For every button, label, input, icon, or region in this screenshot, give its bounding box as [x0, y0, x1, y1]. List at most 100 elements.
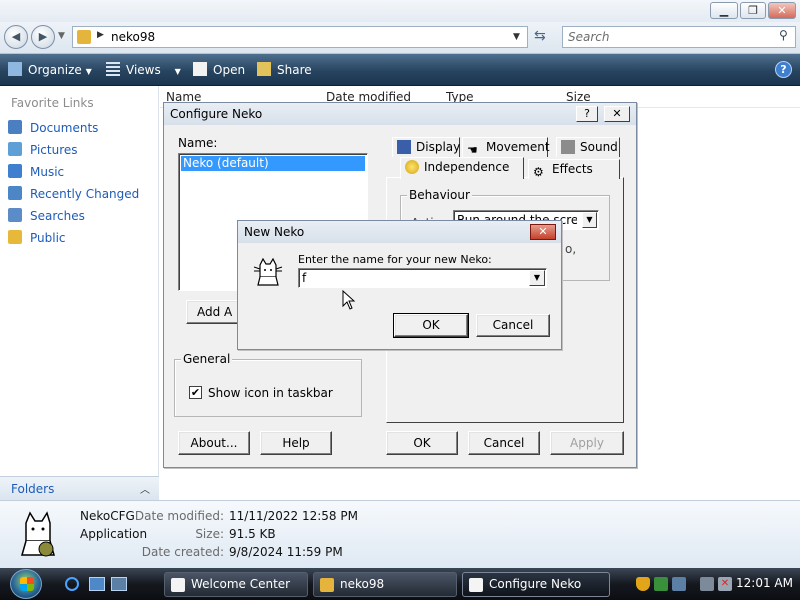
- breadcrumb-chevron-icon[interactable]: ▶: [97, 30, 104, 40]
- help-dialog-button[interactable]: Help: [260, 431, 332, 455]
- chevron-up-icon[interactable]: ︿: [140, 481, 150, 496]
- searches-icon: [8, 208, 22, 222]
- show-icon-label: Show icon in taskbar: [208, 386, 333, 400]
- views-button[interactable]: Views ▼: [106, 62, 181, 77]
- volume-muted-icon[interactable]: ✕: [718, 577, 732, 591]
- search-input[interactable]: Search ⚲: [562, 26, 796, 48]
- public-folder-icon: [8, 230, 22, 244]
- start-button[interactable]: [10, 569, 42, 599]
- open-document-icon: [193, 62, 207, 76]
- cancel-button[interactable]: Cancel: [468, 431, 540, 455]
- neko-cat-icon: [253, 257, 283, 286]
- favorite-link-recently-changed[interactable]: Recently Changed: [8, 186, 139, 206]
- music-icon: [8, 164, 22, 178]
- network-icon[interactable]: [654, 577, 668, 591]
- new-neko-prompt: Enter the name for your new Neko:: [298, 253, 492, 266]
- share-icon: [257, 62, 271, 76]
- neko-cat-icon: [21, 511, 55, 557]
- details-date-modified-label: Date modified:: [134, 509, 224, 523]
- tab-effects[interactable]: ⚙ Effects: [528, 159, 620, 179]
- new-neko-ok-button[interactable]: OK: [393, 313, 469, 338]
- maximize-button[interactable]: ❐: [740, 2, 766, 19]
- folders-toggle[interactable]: Folders ︿: [0, 476, 159, 500]
- navigation-pane: Favorite Links Documents Pictures Music …: [0, 86, 159, 500]
- show-icon-checkbox[interactable]: ✔: [189, 386, 202, 399]
- neko-cat-icon: [469, 578, 483, 592]
- security-shield-icon[interactable]: [636, 577, 650, 591]
- details-file-name: NekoCFG: [80, 509, 135, 523]
- details-date-created: 9/8/2024 11:59 PM: [229, 545, 343, 559]
- open-button[interactable]: Open: [193, 62, 245, 77]
- taskbar-item-neko98[interactable]: neko98: [313, 572, 457, 597]
- neko-list-item-selected[interactable]: Neko (default): [181, 156, 365, 171]
- effects-icon: ⚙: [533, 165, 544, 179]
- taskbar-item-welcome-center[interactable]: Welcome Center: [164, 572, 308, 597]
- close-button[interactable]: ✕: [768, 2, 796, 19]
- dialog-close-button[interactable]: ✕: [604, 106, 630, 122]
- taskbar: Welcome Center neko98 Configure Neko ✕ 1…: [0, 568, 800, 600]
- folder-icon: [77, 30, 91, 44]
- folder-icon: [320, 578, 334, 592]
- general-group: General ✔ Show icon in taskbar: [174, 352, 362, 417]
- new-neko-dialog: New Neko ✕ Enter the name for your new N…: [237, 220, 562, 350]
- name-label: Name:: [178, 136, 218, 150]
- favorite-link-searches[interactable]: Searches: [8, 208, 85, 228]
- context-help-button[interactable]: ?: [576, 106, 598, 122]
- favorite-link-pictures[interactable]: Pictures: [8, 142, 78, 162]
- command-bar: Organize ▼ Views ▼ Open Share ?: [0, 54, 800, 86]
- sound-icon: [561, 140, 575, 154]
- display-tray-icon[interactable]: [700, 577, 714, 591]
- new-neko-cancel-button[interactable]: Cancel: [476, 314, 550, 337]
- dialog-title: Configure Neko: [170, 107, 263, 121]
- minimize-button[interactable]: ▁: [710, 2, 738, 19]
- pictures-icon: [8, 142, 22, 156]
- internet-explorer-icon[interactable]: [65, 577, 79, 591]
- forward-button[interactable]: ▶: [31, 25, 55, 49]
- favorite-link-public[interactable]: Public: [8, 230, 66, 250]
- behaviour-option-text: o,: [565, 242, 577, 256]
- about-button[interactable]: About...: [178, 431, 250, 455]
- apply-button[interactable]: Apply: [550, 431, 624, 455]
- favorite-link-music[interactable]: Music: [8, 164, 64, 184]
- refresh-icon[interactable]: ⇆: [534, 28, 546, 44]
- tab-independence[interactable]: Independence: [400, 157, 524, 179]
- display-icon: [397, 140, 411, 154]
- general-group-label: General: [181, 352, 233, 366]
- address-field[interactable]: ▶ neko98 ▼: [72, 26, 528, 48]
- mouse-cursor-icon: [342, 290, 356, 310]
- new-neko-dropdown-icon[interactable]: ▼: [529, 270, 545, 286]
- details-size-label: Size:: [195, 527, 224, 541]
- address-dropdown-icon[interactable]: ▼: [513, 32, 520, 42]
- show-desktop-icon[interactable]: [89, 577, 105, 591]
- new-neko-title: New Neko: [244, 225, 305, 239]
- organize-button[interactable]: Organize ▼: [8, 62, 92, 77]
- new-neko-close-button[interactable]: ✕: [530, 224, 556, 240]
- search-placeholder: Search: [568, 30, 610, 44]
- new-neko-name-input[interactable]: f ▼: [298, 268, 547, 288]
- switch-windows-icon[interactable]: [111, 577, 127, 591]
- clock[interactable]: 12:01 AM: [736, 576, 793, 590]
- back-button[interactable]: ◀: [4, 25, 28, 49]
- windows-update-icon[interactable]: [672, 577, 686, 591]
- notification-area: ✕ 12:01 AM: [630, 568, 800, 600]
- tab-display[interactable]: Display: [392, 137, 460, 157]
- favorite-links-heading: Favorite Links: [11, 96, 94, 110]
- documents-icon: [8, 120, 22, 134]
- ok-button[interactable]: OK: [386, 431, 458, 455]
- tab-sound[interactable]: Sound: [556, 137, 620, 157]
- taskbar-item-configure-neko[interactable]: Configure Neko: [462, 572, 610, 597]
- share-button[interactable]: Share: [257, 62, 312, 77]
- windows-logo-icon: [20, 577, 34, 591]
- organize-icon: [8, 62, 22, 76]
- recent-pages-chevron-icon[interactable]: ▼: [58, 31, 65, 41]
- search-icon[interactable]: ⚲: [779, 28, 788, 42]
- explorer-titlebar: ▁ ❐ ✕: [0, 0, 800, 22]
- recent-icon: [8, 186, 22, 200]
- favorite-link-documents[interactable]: Documents: [8, 120, 98, 140]
- details-size: 91.5 KB: [229, 527, 276, 541]
- views-icon: [106, 62, 120, 76]
- breadcrumb[interactable]: neko98: [111, 30, 155, 44]
- help-button[interactable]: ?: [775, 61, 792, 78]
- tab-movement[interactable]: ☚ Movement: [462, 137, 550, 157]
- behaviour-dropdown-icon[interactable]: ▼: [582, 212, 597, 228]
